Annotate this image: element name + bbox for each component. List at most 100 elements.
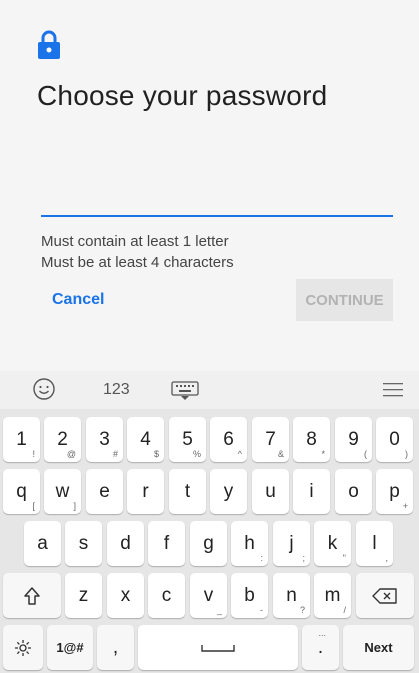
key-t[interactable]: t bbox=[169, 469, 206, 514]
key-o[interactable]: o bbox=[335, 469, 372, 514]
key-n[interactable]: n? bbox=[273, 573, 310, 618]
key-label: 8 bbox=[306, 428, 317, 450]
key-g[interactable]: g bbox=[190, 521, 227, 566]
space-icon bbox=[201, 644, 235, 652]
key-l[interactable]: l, bbox=[356, 521, 393, 566]
key-4[interactable]: 4 $ bbox=[127, 417, 164, 462]
key-y[interactable]: y bbox=[210, 469, 247, 514]
key-label: , bbox=[112, 636, 119, 658]
key-label: 1 bbox=[16, 428, 27, 450]
keyboard-hide-icon[interactable] bbox=[171, 381, 199, 401]
key-r[interactable]: r bbox=[127, 469, 164, 514]
password-field-underline bbox=[41, 215, 393, 217]
key-6[interactable]: 6 ^ bbox=[210, 417, 247, 462]
key-s[interactable]: s bbox=[65, 521, 102, 566]
key-9[interactable]: 9( bbox=[335, 417, 372, 462]
numbers-toggle[interactable]: 123 bbox=[103, 381, 130, 399]
key-q[interactable]: q[ bbox=[3, 469, 40, 514]
key-sub-label: , bbox=[385, 553, 388, 563]
key-2[interactable]: 2 @ bbox=[44, 417, 81, 462]
key-label: 2 bbox=[57, 428, 68, 450]
page-title: Choose your password bbox=[37, 80, 328, 111]
key-label: r bbox=[142, 480, 149, 502]
key-label: u bbox=[265, 480, 276, 502]
key-label: l bbox=[372, 532, 377, 554]
key-v[interactable]: v _ bbox=[190, 573, 227, 618]
key-label: a bbox=[37, 532, 48, 554]
key-x[interactable]: x bbox=[107, 573, 144, 618]
key-w[interactable]: w] bbox=[44, 469, 81, 514]
key-label: g bbox=[203, 532, 214, 554]
key-7[interactable]: 7 & bbox=[252, 417, 289, 462]
key-sub-label: [ bbox=[32, 501, 35, 511]
key-sub-label: / bbox=[343, 605, 346, 615]
key-p[interactable]: p + bbox=[376, 469, 413, 514]
key-1[interactable]: 1! bbox=[3, 417, 40, 462]
key-label: x bbox=[120, 584, 131, 606]
key-label: z bbox=[78, 584, 89, 606]
backspace-key[interactable] bbox=[356, 573, 414, 618]
key-label: v bbox=[203, 584, 214, 606]
key-label: s bbox=[78, 532, 89, 554]
key-label: j bbox=[289, 532, 294, 554]
shift-key[interactable] bbox=[3, 573, 61, 618]
space-key[interactable] bbox=[138, 625, 298, 670]
settings-key[interactable] bbox=[3, 625, 43, 670]
key-sub-label: $ bbox=[153, 449, 159, 459]
key-label: e bbox=[99, 480, 110, 502]
symbols-label: 1@# bbox=[56, 640, 84, 655]
keyboard-toolbar: 123 bbox=[0, 371, 419, 409]
key-sub-label: _ bbox=[216, 605, 222, 615]
key-sub-label: ... bbox=[318, 628, 326, 638]
continue-button[interactable]: CONTINUE bbox=[296, 279, 393, 321]
key-label: 6 bbox=[223, 428, 234, 450]
key-sub-label: ? bbox=[299, 605, 305, 615]
key-m[interactable]: m / bbox=[314, 573, 351, 618]
key-c[interactable]: c bbox=[148, 573, 185, 618]
menu-icon[interactable] bbox=[383, 382, 403, 398]
key-u[interactable]: u bbox=[252, 469, 289, 514]
key-3[interactable]: 3 # bbox=[86, 417, 123, 462]
key-sub-label: ; bbox=[302, 553, 305, 563]
key-k[interactable]: k " bbox=[314, 521, 351, 566]
key-8[interactable]: 8 * bbox=[293, 417, 330, 462]
comma-key[interactable]: , bbox=[97, 625, 134, 670]
key-label: t bbox=[184, 480, 191, 502]
key-label: h bbox=[244, 532, 255, 554]
cancel-button[interactable]: Cancel bbox=[52, 291, 104, 309]
password-field[interactable] bbox=[41, 150, 393, 216]
emoji-icon[interactable] bbox=[33, 378, 55, 400]
key-sub-label: ! bbox=[32, 449, 35, 459]
key-sub-label: ] bbox=[73, 501, 76, 511]
key-label: 4 bbox=[140, 428, 151, 450]
backspace-icon bbox=[372, 587, 397, 604]
key-0[interactable]: 0) bbox=[376, 417, 413, 462]
next-key[interactable]: Next bbox=[343, 625, 414, 670]
key-a[interactable]: a bbox=[24, 521, 61, 566]
key-sub-label: ) bbox=[405, 449, 408, 459]
key-label: d bbox=[120, 532, 131, 554]
key-sub-label: * bbox=[321, 449, 325, 459]
key-j[interactable]: j; bbox=[273, 521, 310, 566]
key-d[interactable]: d bbox=[107, 521, 144, 566]
key-sub-label: # bbox=[112, 449, 118, 459]
key-e[interactable]: e bbox=[86, 469, 123, 514]
key-f[interactable]: f bbox=[148, 521, 185, 566]
key-z[interactable]: z bbox=[65, 573, 102, 618]
key-sub-label: : bbox=[260, 553, 263, 563]
key-5[interactable]: 5% bbox=[169, 417, 206, 462]
key-label: f bbox=[163, 532, 170, 554]
key-sub-label: ^ bbox=[237, 449, 242, 459]
key-b[interactable]: b- bbox=[231, 573, 268, 618]
key-h[interactable]: h: bbox=[231, 521, 268, 566]
key-label: . bbox=[317, 636, 324, 658]
key-label: 5 bbox=[182, 428, 193, 450]
period-key[interactable]: .... bbox=[302, 625, 339, 670]
key-label: b bbox=[244, 584, 255, 606]
symbols-key[interactable]: 1@# bbox=[47, 625, 93, 670]
key-label: 7 bbox=[265, 428, 276, 450]
key-i[interactable]: i bbox=[293, 469, 330, 514]
requirement-length: Must be at least 4 characters bbox=[41, 254, 234, 271]
key-label: k bbox=[327, 532, 338, 554]
shift-icon bbox=[24, 586, 40, 605]
